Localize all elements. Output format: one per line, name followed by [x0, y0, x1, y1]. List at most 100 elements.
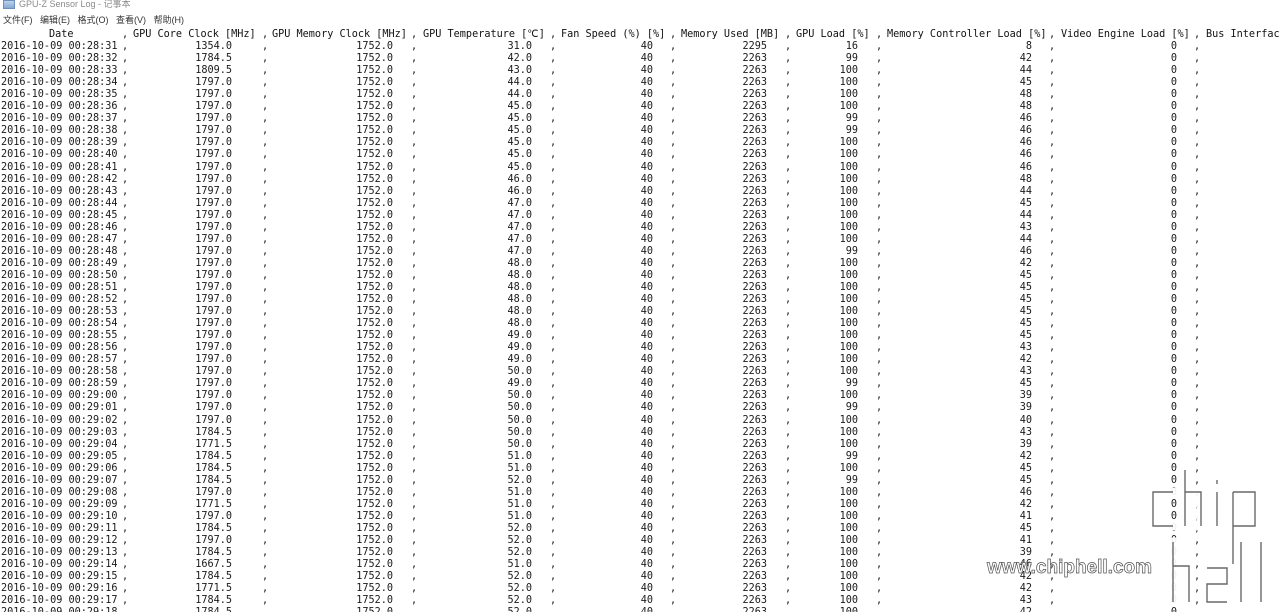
separator: , — [550, 534, 557, 546]
menu-format[interactable]: 格式(O) — [76, 12, 111, 28]
log-cell-date: 2016-10-09 00:28:43 — [1, 185, 118, 197]
separator: , — [1194, 221, 1201, 233]
separator: , — [411, 547, 418, 559]
separator: , — [122, 306, 129, 318]
log-cell-temp: 51.0 — [507, 510, 532, 522]
separator: , — [1194, 486, 1201, 498]
separator: , — [411, 486, 418, 498]
separator: , — [670, 571, 677, 583]
separator: , — [670, 534, 677, 546]
log-cell-core: 1784.5 — [195, 474, 232, 486]
log-cell-temp: 47.0 — [507, 197, 532, 209]
log-row: 2016-10-09 00:28:49 1797.0 1752.0 48.0 40 226… — [0, 258, 1280, 270]
log-cell-load: 100 — [839, 233, 858, 245]
separator: , — [122, 245, 129, 257]
separator: , — [1049, 450, 1056, 462]
log-cell-mem: 1752.0 — [356, 559, 393, 571]
text-editor-area[interactable]: Date , GPU Core Clock [MHz] , GPU Memory… — [0, 29, 1280, 612]
separator: , — [1194, 354, 1201, 366]
separator: , — [785, 462, 792, 474]
log-cell-core: 1784.5 — [195, 571, 232, 583]
separator: , — [1194, 366, 1201, 378]
separator: , — [1194, 209, 1201, 221]
separator: , — [550, 486, 557, 498]
log-cell-load: 100 — [839, 294, 858, 306]
menu-view[interactable]: 查看(V) — [114, 12, 148, 28]
log-cell-vel: 0 — [1170, 390, 1177, 402]
log-cell-temp: 48.0 — [507, 269, 532, 281]
separator: , — [670, 294, 677, 306]
log-cell-used: 2263 — [742, 53, 767, 65]
log-cell-date: 2016-10-09 00:28:49 — [1, 257, 118, 269]
separator: , — [122, 137, 129, 149]
log-cell-vel: 0 — [1170, 414, 1177, 426]
log-cell-mcl: 42 — [1019, 53, 1032, 65]
menu-edit[interactable]: 编辑(E) — [38, 12, 72, 28]
log-cell-used: 2263 — [742, 149, 767, 161]
separator: , — [876, 233, 883, 245]
separator: , — [785, 161, 792, 173]
separator: , — [1194, 438, 1201, 450]
log-cell-used: 2263 — [742, 233, 767, 245]
separator: , — [411, 41, 418, 53]
log-cell-temp: 45.0 — [507, 101, 532, 113]
log-cell-core: 1797.0 — [195, 257, 232, 269]
separator: , — [1194, 113, 1201, 125]
log-cell-fan: 40 — [640, 209, 653, 221]
log-row: 2016-10-09 00:29:06 1784.5 1752.0 51.0 40 226… — [0, 463, 1280, 475]
log-cell-load: 100 — [839, 390, 858, 402]
separator: , — [1194, 173, 1201, 185]
separator: , — [1194, 137, 1201, 149]
log-cell-mcl: 45 — [1019, 197, 1032, 209]
separator: , — [122, 547, 129, 559]
header-core-clock: GPU Core Clock [MHz] — [133, 29, 256, 40]
separator: , — [1049, 378, 1056, 390]
separator: , — [550, 77, 557, 89]
separator: , — [1194, 257, 1201, 269]
log-cell-fan: 40 — [640, 450, 653, 462]
log-row: 2016-10-09 00:28:59 1797.0 1752.0 49.0 40 226… — [0, 378, 1280, 390]
log-cell-load: 100 — [839, 65, 858, 77]
separator: , — [1194, 245, 1201, 257]
header-bus-interface: Bus Interfac — [1206, 29, 1280, 40]
separator: , — [262, 378, 269, 390]
log-cell-date: 2016-10-09 00:29:12 — [1, 534, 118, 546]
log-cell-vel: 0 — [1170, 571, 1177, 583]
separator: , — [411, 438, 418, 450]
separator: , — [262, 607, 268, 612]
separator: , — [262, 583, 269, 595]
separator: , — [262, 559, 269, 571]
menu-file[interactable]: 文件(F) — [1, 12, 35, 28]
log-cell-core: 1797.0 — [195, 330, 232, 342]
separator: , — [411, 221, 418, 233]
separator: , — [785, 547, 792, 559]
separator: , — [411, 342, 418, 354]
separator: , — [1049, 65, 1056, 77]
separator: , — [876, 426, 883, 438]
log-cell-fan: 40 — [640, 378, 653, 390]
log-cell-load: 100 — [839, 366, 858, 378]
log-row: 2016-10-09 00:29:12 1797.0 1752.0 52.0 40 226… — [0, 535, 1280, 547]
log-cell-fan: 40 — [640, 77, 653, 89]
log-cell-core: 1771.5 — [195, 438, 232, 450]
log-cell-used: 2263 — [742, 522, 767, 534]
separator: , — [785, 486, 792, 498]
log-row: 2016-10-09 00:29:08 1797.0 1752.0 51.0 40 226… — [0, 487, 1280, 499]
menu-help[interactable]: 帮助(H) — [152, 12, 187, 28]
log-cell-vel: 0 — [1170, 438, 1177, 450]
separator: , — [1194, 41, 1201, 53]
log-cell-mcl: 45 — [1019, 522, 1032, 534]
log-cell-temp: 31.0 — [507, 41, 532, 53]
separator: , — [670, 125, 677, 137]
log-cell-mcl: 46 — [1019, 559, 1032, 571]
log-cell-mem: 1752.0 — [356, 583, 393, 595]
log-cell-mcl: 43 — [1019, 221, 1032, 233]
separator: , — [876, 450, 883, 462]
log-cell-fan: 40 — [640, 595, 653, 607]
log-cell-mem: 1752.0 — [356, 233, 393, 245]
separator: , — [550, 595, 557, 607]
separator: , — [550, 245, 557, 257]
separator: , — [122, 342, 129, 354]
log-cell-date: 2016-10-09 00:28:40 — [1, 149, 118, 161]
separator: , — [785, 318, 792, 330]
